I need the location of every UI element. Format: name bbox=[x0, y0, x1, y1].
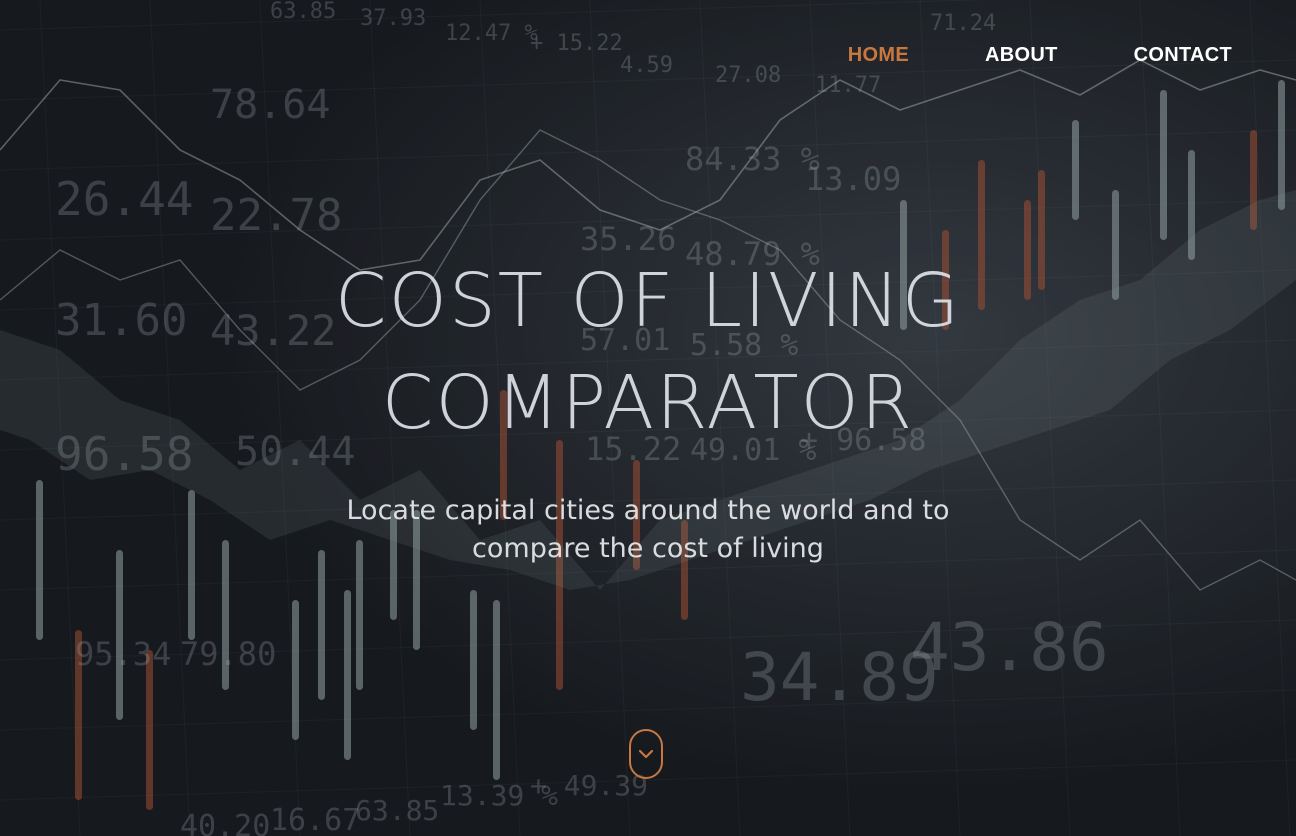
nav-home-link[interactable]: HOME bbox=[848, 44, 909, 67]
page-title: COST OF LIVING COMPARATOR bbox=[0, 250, 1296, 454]
hero: COST OF LIVING COMPARATOR Locate capital… bbox=[0, 250, 1296, 568]
hero-subtitle: Locate capital cities around the world a… bbox=[346, 495, 950, 564]
title-line-1: COST OF LIVING bbox=[334, 258, 962, 344]
nav-contact-link[interactable]: CONTACT bbox=[1134, 44, 1232, 67]
top-nav: HOME ABOUT CONTACT bbox=[848, 44, 1232, 67]
scroll-down-button[interactable] bbox=[629, 729, 663, 779]
chevron-down-icon bbox=[638, 749, 654, 759]
nav-about-link[interactable]: ABOUT bbox=[985, 44, 1058, 67]
title-line-2: COMPARATOR bbox=[381, 360, 915, 446]
